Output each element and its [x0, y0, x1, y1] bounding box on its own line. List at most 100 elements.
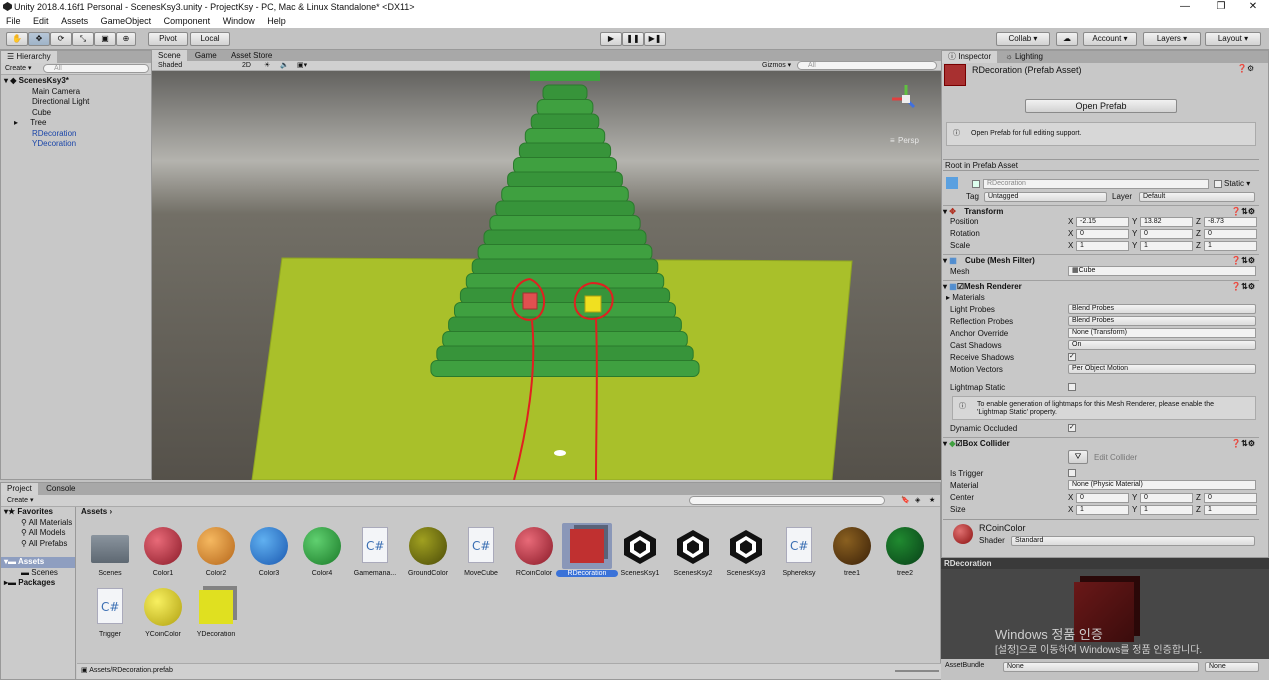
local-toggle[interactable]: Local	[190, 32, 230, 46]
position-y-field[interactable]: 13.82	[1140, 217, 1193, 227]
account-dropdown[interactable]: Account ▾	[1083, 32, 1137, 46]
menu-gameobject[interactable]: GameObject	[101, 16, 152, 26]
inspector-help-icon[interactable]: ❓⚙	[1237, 64, 1254, 73]
menu-file[interactable]: File	[6, 16, 21, 26]
maximize-button[interactable]: ❐	[1206, 0, 1236, 14]
rotation-y-field[interactable]: 0	[1140, 229, 1193, 239]
dynamic-occluded-checkbox[interactable]: ✓	[1068, 424, 1076, 432]
fav-all-prefabs[interactable]: ⚲ All Prefabs	[1, 539, 75, 550]
filter-icon[interactable]: 🔖	[901, 495, 910, 506]
hierarchy-item-main-camera[interactable]: Main Camera	[4, 87, 151, 98]
layout-dropdown[interactable]: Layout ▾	[1205, 32, 1261, 46]
asset-item[interactable]: ScenesKsy3	[721, 523, 771, 577]
asset-item[interactable]: ScenesKsy1	[615, 523, 665, 577]
asset-item[interactable]: Color3	[244, 523, 294, 577]
menu-edit[interactable]: Edit	[33, 16, 49, 26]
motion-vectors-dropdown[interactable]: Per Object Motion	[1068, 364, 1256, 374]
tab-inspector[interactable]: ⓘ Inspector	[942, 51, 998, 63]
collider-enabled-checkbox[interactable]: ☑	[955, 439, 962, 448]
static-label[interactable]: Static ▾	[1224, 179, 1250, 188]
transform-tool-button[interactable]: ⊕	[116, 32, 136, 46]
play-button[interactable]: ▶	[600, 32, 622, 46]
asset-item[interactable]: Color2	[191, 523, 241, 577]
physic-material-field[interactable]: None (Physic Material)	[1068, 480, 1256, 490]
menu-assets[interactable]: Assets	[61, 16, 88, 26]
pivot-toggle[interactable]: Pivot	[148, 32, 188, 46]
materials-foldout[interactable]: ▸ Materials	[946, 292, 985, 303]
rotation-x-field[interactable]: 0	[1076, 229, 1129, 239]
menu-component[interactable]: Component	[164, 16, 211, 26]
hierarchy-search-input[interactable]: All	[43, 64, 149, 73]
gameobject-name-field[interactable]: RDecoration	[983, 179, 1209, 189]
gizmos-dropdown[interactable]: Gizmos ▾	[762, 61, 791, 70]
shading-dropdown[interactable]: Shaded	[158, 61, 182, 70]
zoom-slider[interactable]	[895, 670, 939, 672]
asset-item[interactable]: C# Gamemana...	[350, 523, 400, 577]
rect-tool-button[interactable]: ▣	[94, 32, 116, 46]
project-breadcrumb[interactable]: Assets ›	[81, 507, 112, 516]
effects-dropdown-icon[interactable]: ▣▾	[297, 61, 307, 70]
scale-z-field[interactable]: 1	[1204, 241, 1257, 251]
transform-header[interactable]: ▾ ✥ Transform ❓⇅⚙	[943, 205, 1259, 217]
tab-lighting[interactable]: ☼ Lighting	[999, 51, 1049, 63]
scale-tool-button[interactable]: ⤡	[72, 32, 94, 46]
audio-toggle-icon[interactable]: 🔈	[280, 61, 289, 70]
menu-window[interactable]: Window	[223, 16, 255, 26]
assetbundle-dropdown[interactable]: None	[1003, 662, 1199, 672]
lightmap-static-checkbox[interactable]	[1068, 383, 1076, 391]
active-checkbox[interactable]	[972, 180, 980, 188]
asset-item[interactable]: GroundColor	[403, 523, 453, 577]
static-checkbox[interactable]	[1214, 180, 1222, 188]
star-icon[interactable]: ★	[929, 495, 935, 506]
tab-project[interactable]: Project	[1, 483, 38, 495]
reflection-probes-dropdown[interactable]: Blend Probes	[1068, 316, 1256, 326]
cloud-button[interactable]: ☁	[1056, 32, 1078, 46]
scene-viewport[interactable]: ≡ Persp	[152, 71, 941, 480]
asset-item[interactable]: RDecoration	[556, 523, 618, 577]
close-button[interactable]: ✕	[1238, 0, 1268, 14]
rotation-z-field[interactable]: 0	[1204, 229, 1257, 239]
project-create-button[interactable]: Create ▾	[7, 495, 33, 506]
hierarchy-item-directional-light[interactable]: Directional Light	[4, 97, 151, 108]
project-search-input[interactable]	[689, 496, 885, 505]
asset-item[interactable]: YDecoration	[191, 584, 241, 638]
scale-x-field[interactable]: 1	[1076, 241, 1129, 251]
hierarchy-item-tree[interactable]: ▸ Tree	[4, 118, 151, 129]
asset-item[interactable]: Color4	[297, 523, 347, 577]
center-y-field[interactable]: 0	[1140, 493, 1193, 503]
rotate-tool-button[interactable]: ⟳	[50, 32, 72, 46]
step-button[interactable]: ▶❚	[644, 32, 666, 46]
asset-item[interactable]: RCoinColor	[509, 523, 559, 577]
asset-item[interactable]: ScenesKsy2	[668, 523, 718, 577]
hierarchy-item-rdecoration[interactable]: RDecoration	[4, 129, 151, 140]
component-menu-icon[interactable]: ❓⇅⚙	[1231, 438, 1255, 450]
fav-all-materials[interactable]: ⚲ All Materials	[1, 518, 75, 529]
asset-item[interactable]: tree2	[880, 523, 930, 577]
is-trigger-checkbox[interactable]	[1068, 469, 1076, 477]
mesh-filter-header[interactable]: ▾ ▦ Cube (Mesh Filter) ❓⇅⚙	[943, 254, 1259, 266]
size-y-field[interactable]: 1	[1140, 505, 1193, 515]
persp-label[interactable]: ≡	[890, 136, 895, 145]
lighting-toggle-icon[interactable]: ☀	[264, 61, 270, 70]
asset-item[interactable]: C# MoveCube	[456, 523, 506, 577]
asset-item[interactable]: C# Trigger	[85, 584, 135, 638]
renderer-enabled-checkbox[interactable]: ☑	[957, 282, 964, 291]
tab-console[interactable]: Console	[40, 483, 81, 495]
asset-item[interactable]: tree1	[827, 523, 877, 577]
shader-dropdown[interactable]: Standard	[1011, 536, 1255, 546]
favorites-item[interactable]: ▾★ Favorites	[1, 507, 75, 518]
layer-dropdown[interactable]: Default	[1139, 192, 1255, 202]
collab-dropdown[interactable]: Collab ▾	[996, 32, 1050, 46]
mesh-field[interactable]: ▦Cube	[1068, 266, 1256, 276]
anchor-override-field[interactable]: None (Transform)	[1068, 328, 1256, 338]
assets-folder-item[interactable]: ▾▬ Assets	[1, 557, 75, 568]
layers-dropdown[interactable]: Layers ▾	[1143, 32, 1201, 46]
tab-hierarchy[interactable]: ☰ Hierarchy	[1, 51, 57, 63]
hand-tool-button[interactable]: ✋	[6, 32, 28, 46]
hierarchy-item-ydecoration[interactable]: YDecoration	[4, 139, 151, 150]
mesh-renderer-header[interactable]: ▾ ▦☑Mesh Renderer ❓⇅⚙	[943, 280, 1259, 292]
center-x-field[interactable]: 0	[1076, 493, 1129, 503]
asset-item[interactable]: Color1	[138, 523, 188, 577]
minimize-button[interactable]: —	[1170, 0, 1200, 14]
move-tool-button[interactable]: ✥	[28, 32, 50, 46]
